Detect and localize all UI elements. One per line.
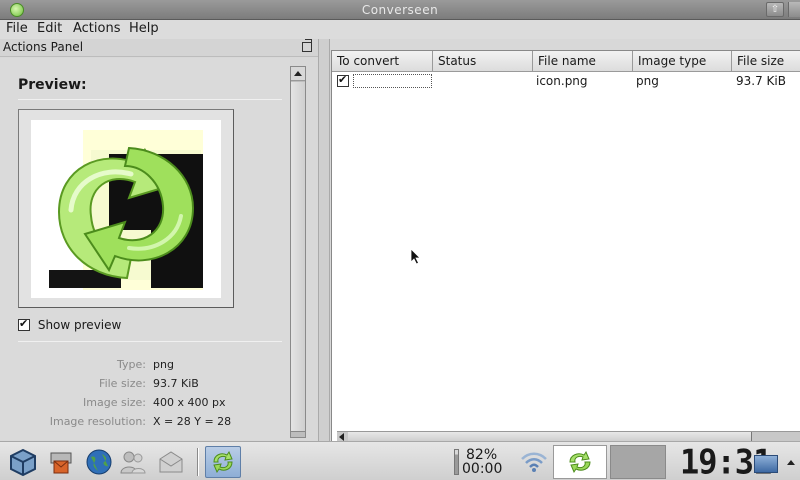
actions-panel-scrollbar[interactable] bbox=[290, 66, 306, 438]
refresh-tray-icon bbox=[569, 450, 591, 474]
globe-icon[interactable] bbox=[84, 447, 114, 477]
show-preview-toggle[interactable]: Show preview bbox=[18, 317, 122, 332]
refresh-arrows-icon bbox=[49, 130, 203, 290]
menu-file[interactable]: File bbox=[6, 21, 28, 36]
battery-time: 00:00 bbox=[462, 461, 503, 477]
maximize-button[interactable]: ⇧ bbox=[766, 2, 784, 17]
column-file-name[interactable]: File name bbox=[533, 51, 633, 72]
column-file-size[interactable]: File size bbox=[732, 51, 800, 72]
window-title: Converseen bbox=[361, 3, 439, 17]
row-image-type: png bbox=[636, 74, 659, 88]
cube-icon[interactable] bbox=[8, 447, 38, 477]
info-filesize-label: File size: bbox=[99, 377, 146, 390]
column-image-type[interactable]: Image type bbox=[633, 51, 732, 72]
status-cell-focus bbox=[353, 74, 432, 88]
panel-splitter[interactable] bbox=[318, 39, 330, 441]
row-file-size: 93.7 KiB bbox=[736, 74, 786, 88]
info-type-label: Type: bbox=[117, 358, 146, 371]
users-icon[interactable] bbox=[118, 447, 148, 477]
undock-panel-icon[interactable] bbox=[302, 39, 312, 52]
preview-frame bbox=[18, 109, 234, 308]
row-file-name: icon.png bbox=[536, 74, 588, 88]
taskbar: 82% 00:00 19:31 bbox=[0, 441, 800, 480]
info-resolution-label: Image resolution: bbox=[49, 415, 146, 428]
envelope-icon[interactable] bbox=[156, 447, 186, 477]
info-imagesize-value: 400 x 400 px bbox=[153, 396, 226, 409]
info-type-value: png bbox=[153, 358, 174, 371]
mail-printer-icon[interactable] bbox=[46, 447, 76, 477]
preview-divider bbox=[18, 99, 282, 100]
info-divider bbox=[18, 341, 282, 342]
window-titlebar: Converseen ⇧ bbox=[0, 0, 800, 20]
menu-bar: File Edit Actions Help bbox=[0, 20, 800, 39]
actions-panel-header: Actions Panel bbox=[0, 39, 318, 57]
scroll-up-arrow-icon[interactable] bbox=[291, 67, 305, 81]
table-horizontal-scrollbar[interactable] bbox=[337, 431, 800, 441]
file-table: To convert Status File name Image type F… bbox=[331, 50, 800, 441]
menu-actions[interactable]: Actions bbox=[73, 21, 121, 36]
converseen-task-icon bbox=[213, 450, 233, 474]
table-row[interactable]: icon.png png 93.7 KiB bbox=[332, 73, 800, 90]
actions-panel: Preview: Show preview Type: png File siz… bbox=[0, 58, 290, 440]
preview-image bbox=[31, 120, 221, 298]
info-resolution-value: X = 28 Y = 28 bbox=[153, 415, 232, 428]
task-converseen[interactable] bbox=[205, 446, 241, 478]
info-filesize-value: 93.7 KiB bbox=[153, 377, 199, 390]
taskbar-separator bbox=[197, 448, 199, 476]
info-imagesize-label: Image size: bbox=[83, 396, 146, 409]
mouse-pointer-icon bbox=[410, 248, 421, 265]
menu-edit[interactable]: Edit bbox=[37, 21, 62, 36]
show-preview-checkbox[interactable] bbox=[18, 317, 30, 331]
scrollbar-thumb[interactable] bbox=[291, 82, 305, 432]
column-to-convert[interactable]: To convert bbox=[332, 51, 433, 72]
scroll-left-arrow-icon[interactable] bbox=[337, 432, 347, 441]
table-header: To convert Status File name Image type F… bbox=[332, 51, 800, 72]
converseen-tray-window[interactable] bbox=[553, 445, 607, 479]
close-button[interactable] bbox=[788, 2, 800, 17]
horizontal-scrollbar-thumb[interactable] bbox=[348, 432, 752, 441]
preview-heading: Preview: bbox=[18, 77, 87, 93]
battery-icon bbox=[454, 449, 459, 475]
wifi-icon[interactable] bbox=[520, 451, 548, 473]
to-convert-checkbox[interactable] bbox=[337, 73, 349, 87]
empty-tray-window[interactable] bbox=[610, 445, 666, 479]
actions-panel-title: Actions Panel bbox=[3, 40, 84, 54]
show-desktop-icon[interactable] bbox=[754, 455, 778, 473]
menu-help[interactable]: Help bbox=[129, 21, 159, 36]
column-status[interactable]: Status bbox=[433, 51, 533, 72]
show-preview-label: Show preview bbox=[37, 318, 122, 332]
tray-expand-arrow-icon[interactable] bbox=[787, 460, 795, 465]
